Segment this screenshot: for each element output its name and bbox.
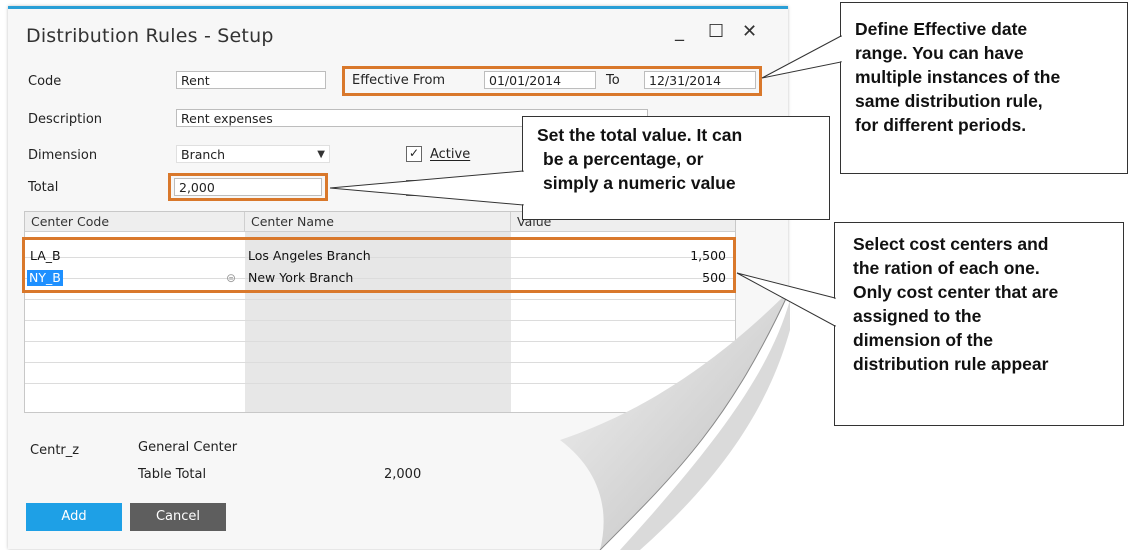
callout-total: Set the total value. It can be a percent… bbox=[522, 116, 830, 220]
rows-highlight bbox=[22, 237, 736, 293]
callout-centers-line3: Only cost center that are bbox=[853, 282, 1059, 302]
effective-from-label: Effective From bbox=[352, 73, 446, 88]
active-label: Active bbox=[430, 147, 471, 162]
close-icon[interactable]: ✕ bbox=[742, 21, 757, 42]
callout-date-line1: Define Effective date bbox=[855, 19, 1028, 39]
header-center-code[interactable]: Center Code bbox=[25, 212, 245, 232]
callout-centers-line6: distribution rule appear bbox=[853, 354, 1049, 374]
dimension-value: Branch bbox=[181, 147, 226, 162]
dimension-dropdown[interactable]: Branch ▼ bbox=[176, 145, 330, 163]
to-label: To bbox=[606, 73, 620, 88]
callout-centers-line4: assigned to the bbox=[853, 306, 982, 326]
header-center-name[interactable]: Center Name bbox=[245, 212, 511, 232]
effective-to-field[interactable]: 12/31/2014 bbox=[644, 71, 756, 89]
callout-date-range: Define Effective date range. You can hav… bbox=[840, 2, 1128, 174]
maximize-icon[interactable]: ☐ bbox=[708, 21, 724, 42]
callout-date-line3: multiple instances of the bbox=[855, 67, 1061, 87]
total-field[interactable]: 2,000 bbox=[174, 178, 322, 196]
callout-total-line3: simply a numeric value bbox=[543, 173, 736, 193]
active-checkbox[interactable]: ✓ bbox=[406, 146, 422, 162]
callout-total-line1: Set the total value. It can bbox=[537, 125, 743, 145]
code-label: Code bbox=[28, 74, 62, 89]
chevron-down-icon: ▼ bbox=[317, 149, 325, 160]
callout-total-line2: be a percentage, or bbox=[543, 149, 704, 169]
total-label: Total bbox=[28, 180, 59, 195]
callout-date-line5: for different periods. bbox=[855, 115, 1027, 135]
table-total-label: Table Total bbox=[138, 467, 207, 482]
minimize-icon[interactable]: _ bbox=[675, 21, 684, 42]
general-center-label: General Center bbox=[138, 440, 238, 455]
secondary-checkbox[interactable] bbox=[406, 180, 422, 196]
window-title: Distribution Rules - Setup bbox=[26, 25, 274, 47]
callout-date-line2: range. You can have bbox=[855, 43, 1024, 63]
callout-centers: Select cost centers and the ration of ea… bbox=[834, 222, 1124, 426]
effective-from-field[interactable]: 01/01/2014 bbox=[484, 71, 596, 89]
callout-centers-line2: the ration of each one. bbox=[853, 258, 1040, 278]
table-total-value: 2,000 bbox=[384, 467, 422, 482]
callout-date-line4: same distribution rule, bbox=[855, 91, 1043, 111]
cancel-button[interactable]: Cancel bbox=[130, 503, 226, 531]
description-label: Description bbox=[28, 112, 103, 127]
centr-label: Centr_z bbox=[30, 443, 80, 458]
callout-centers-line1: Select cost centers and bbox=[853, 234, 1049, 254]
dimension-label: Dimension bbox=[28, 148, 98, 163]
add-button[interactable]: Add bbox=[26, 503, 122, 531]
callout-centers-line5: dimension of the bbox=[853, 330, 993, 350]
code-field[interactable]: Rent bbox=[176, 71, 326, 89]
